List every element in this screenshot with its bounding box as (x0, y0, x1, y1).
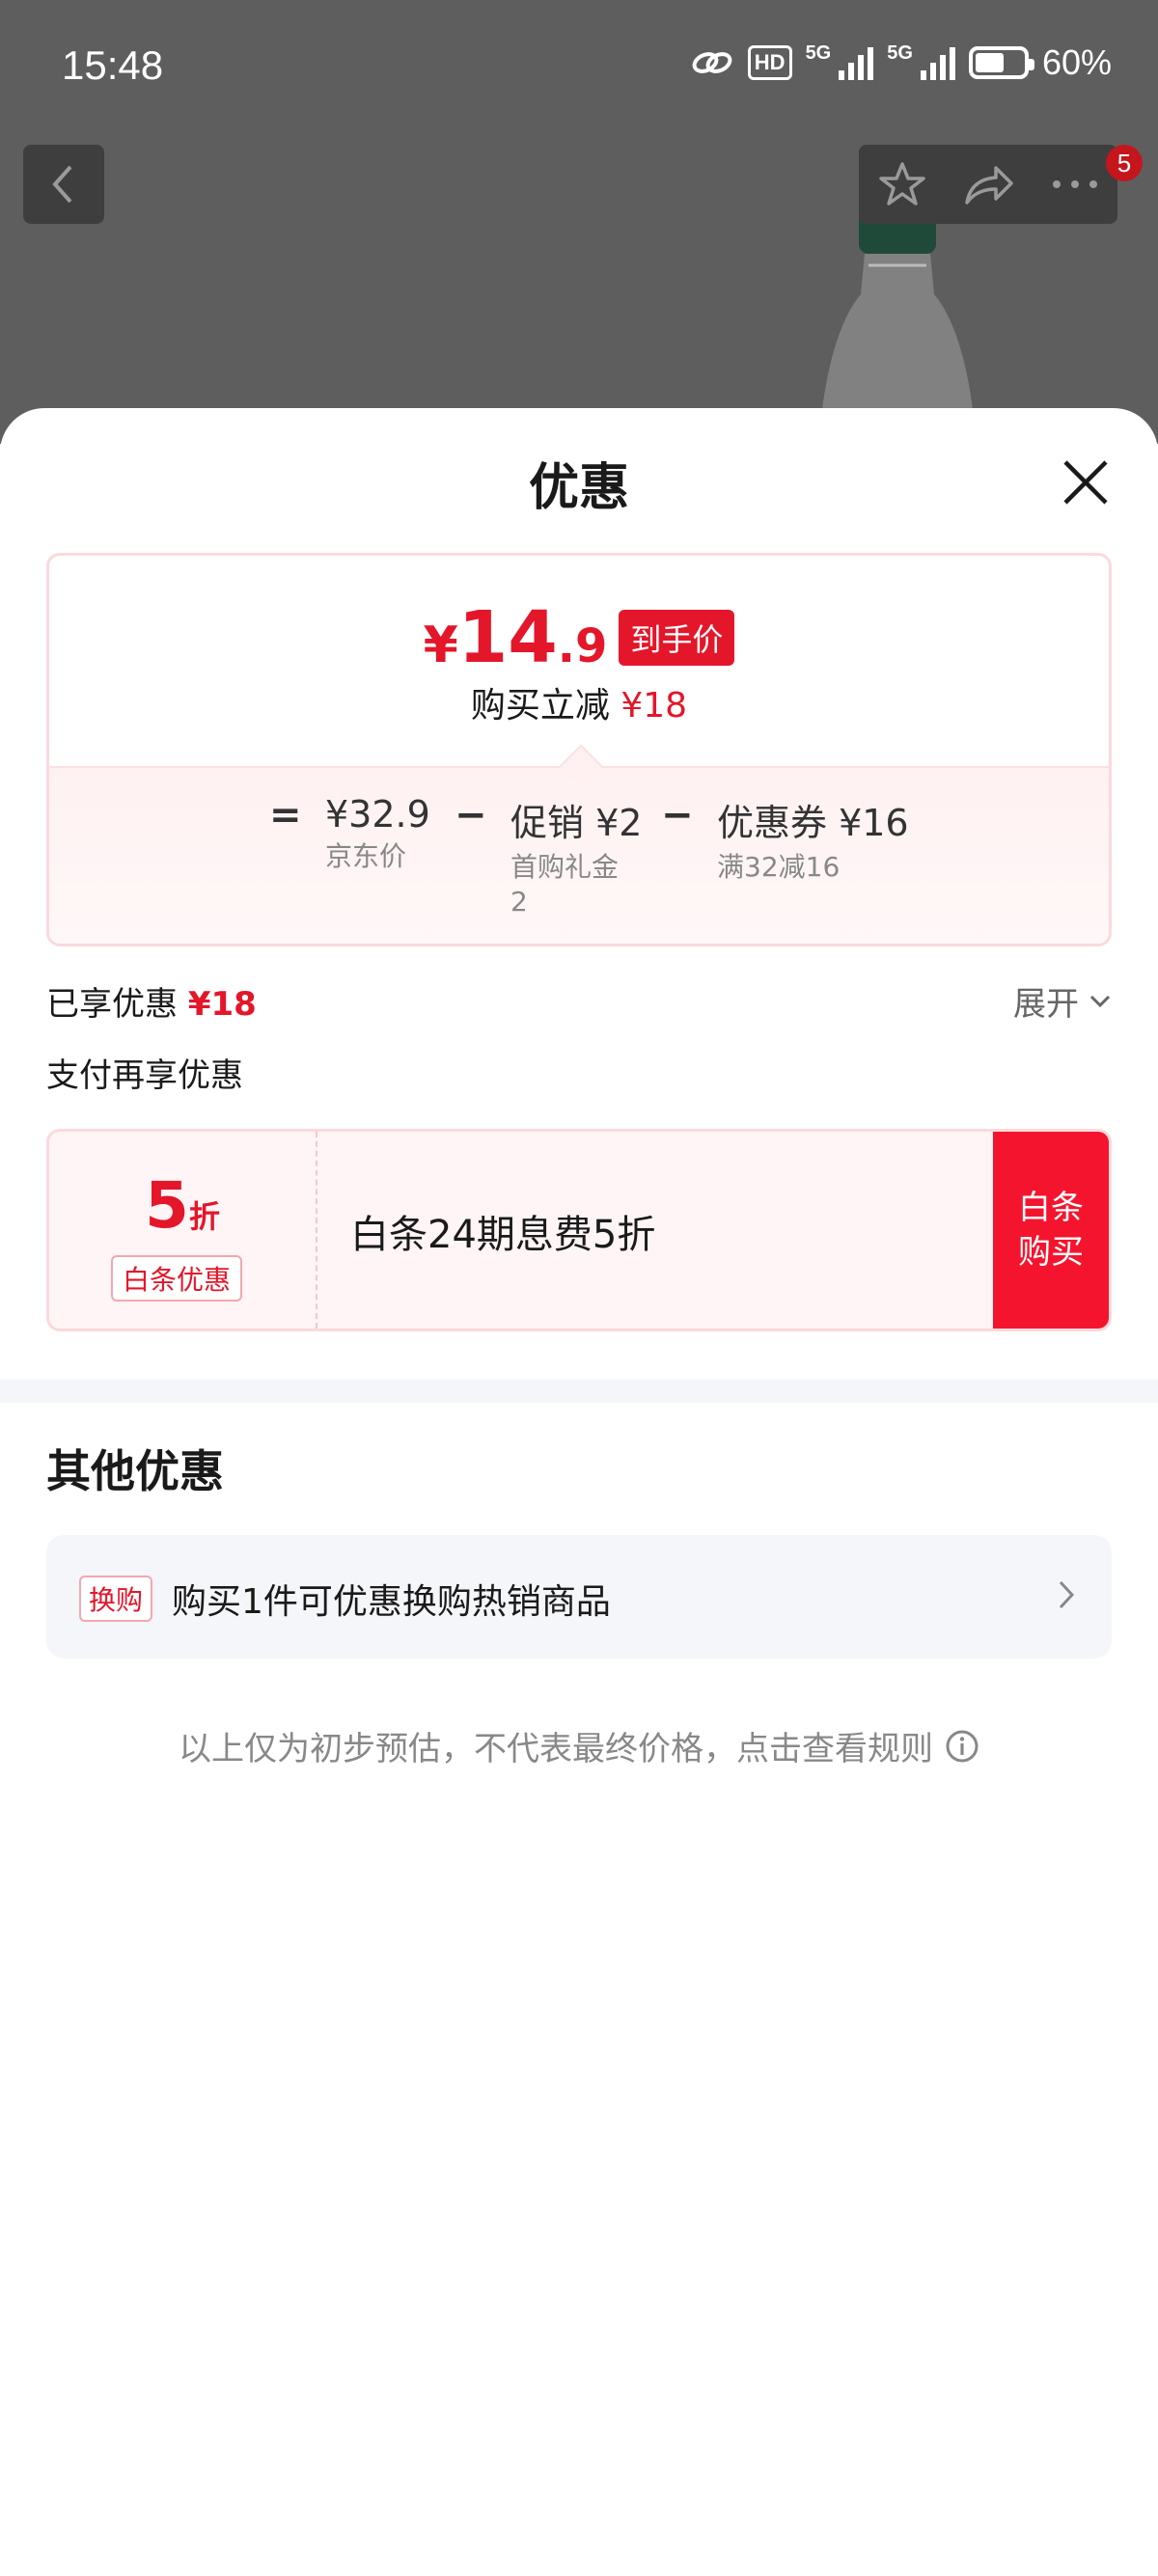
exchange-tag: 换购 (79, 1576, 153, 1622)
discount-sheet: 优惠 ¥ 14 .9 到手价 购买立减 ¥18 = ¥32.9 京东价 − 促销… (0, 408, 1158, 2576)
signal-icon-2 (920, 45, 955, 80)
hd-icon: HD (747, 45, 792, 80)
estimate-note-text: 以上仅为初步预估，不代表最终价格，点击查看规则 (179, 1730, 933, 1768)
base-price-label: 京东价 (325, 840, 407, 872)
base-price: ¥32.9 (325, 793, 430, 836)
coupon-sub: 满32减16 (717, 851, 841, 883)
baitiao-description: 白条24期息费5折 (350, 1213, 656, 1257)
promo-sub-line2: 2 (510, 886, 528, 918)
expand-label: 展开 (1013, 985, 1079, 1024)
baitiao-offer-card[interactable]: 5折 白条优惠 白条24期息费5折 白条 购买 (46, 1129, 1112, 1331)
reduce-amount: ¥18 (620, 686, 688, 726)
enjoyed-discount-row: 已享优惠 ¥18 展开 (46, 977, 1112, 1035)
final-price-decimal: .9 (557, 619, 608, 673)
reduce-label: 购买立减 (470, 686, 610, 726)
status-icons: HD 5G 5G 60% (690, 42, 1112, 83)
expand-button[interactable]: 展开 (1013, 977, 1112, 1025)
sheet-title: 优惠 (528, 459, 629, 517)
background-page: 15:48 HD 5G 5G 60% 5 (0, 0, 1158, 444)
final-price-integer: 14 (457, 596, 558, 679)
5g-label-2: 5G (887, 42, 913, 64)
promo-sub-line1: 首购礼金 (510, 851, 620, 883)
close-icon[interactable] (1060, 456, 1112, 508)
pay-more-label: 支付再享优惠 (46, 1056, 243, 1095)
notification-badge: 5 (1106, 145, 1143, 181)
baitiao-discount-number: 5 (145, 1168, 189, 1243)
battery-fill (975, 53, 1004, 72)
baitiao-discount-unit: 折 (188, 1198, 220, 1235)
baitiao-discount: 5折 (49, 1168, 316, 1243)
minus-sign-1: − (455, 793, 487, 837)
5g-label: 5G (805, 42, 832, 64)
baitiao-buy-button[interactable]: 白条 购买 (993, 1132, 1109, 1329)
promo-title: 促销 ¥2 (510, 802, 643, 844)
baitiao-tag: 白条优惠 (111, 1255, 243, 1302)
chevron-left-icon (52, 165, 72, 204)
final-price-currency: ¥ (423, 617, 458, 674)
estimate-note[interactable]: 以上仅为初步预估，不代表最终价格，点击查看规则 (0, 1722, 1158, 1769)
enjoyed-amount: ¥18 (187, 985, 257, 1024)
star-icon[interactable] (877, 160, 927, 208)
coupon-title: 优惠券 ¥16 (717, 802, 909, 844)
final-price-tag: 到手价 (619, 610, 735, 666)
coupon-block: 优惠券 ¥16 满32减16 (717, 793, 909, 885)
price-formula: = ¥32.9 京东价 − 促销 ¥2 首购礼金 2 − 优惠券 ¥16 满32… (49, 744, 1109, 944)
status-time: 15:48 (62, 42, 164, 88)
share-icon[interactable] (963, 162, 1015, 206)
other-discounts-title: 其他优惠 (46, 1445, 224, 1497)
link-icon (692, 52, 732, 73)
base-price-block: ¥32.9 京东价 (325, 793, 430, 874)
baitiao-discount-section: 5折 白条优惠 (49, 1132, 317, 1329)
chevron-down-icon (1089, 995, 1111, 1007)
info-icon[interactable] (945, 1729, 979, 1764)
baitiao-buy-label: 白条 购买 (1018, 1186, 1084, 1274)
top-action-bar (859, 145, 1117, 224)
enjoyed-label: 已享优惠 (46, 985, 178, 1024)
signal-icon (839, 45, 874, 80)
battery-icon (968, 46, 1034, 79)
status-bar: 15:48 HD 5G 5G 60% (0, 0, 1158, 135)
baitiao-buy-line2: 购买 (1018, 1233, 1084, 1272)
baitiao-buy-line1: 白条 (1018, 1189, 1084, 1227)
back-button[interactable] (23, 145, 104, 224)
chevron-right-icon (1059, 1580, 1075, 1609)
reduce-line: 购买立减 ¥18 (49, 677, 1109, 727)
price-breakdown-card: ¥ 14 .9 到手价 购买立减 ¥18 = ¥32.9 京东价 − 促销 ¥2… (46, 553, 1112, 946)
more-icon[interactable] (1051, 178, 1099, 190)
exchange-offer-row[interactable]: 换购 购买1件可优惠换购热销商品 (46, 1535, 1112, 1658)
promo-block: 促销 ¥2 首购礼金 2 (510, 793, 642, 919)
final-price-section: ¥ 14 .9 到手价 购买立减 ¥18 (49, 556, 1109, 766)
final-price: ¥ 14 .9 到手价 (49, 596, 1109, 679)
section-divider (0, 1380, 1158, 1403)
minus-sign-2: − (661, 793, 694, 837)
equals-sign: = (269, 793, 302, 837)
exchange-text: 购买1件可优惠换购热销商品 (172, 1582, 611, 1622)
battery-percent: 60% (1041, 42, 1112, 82)
